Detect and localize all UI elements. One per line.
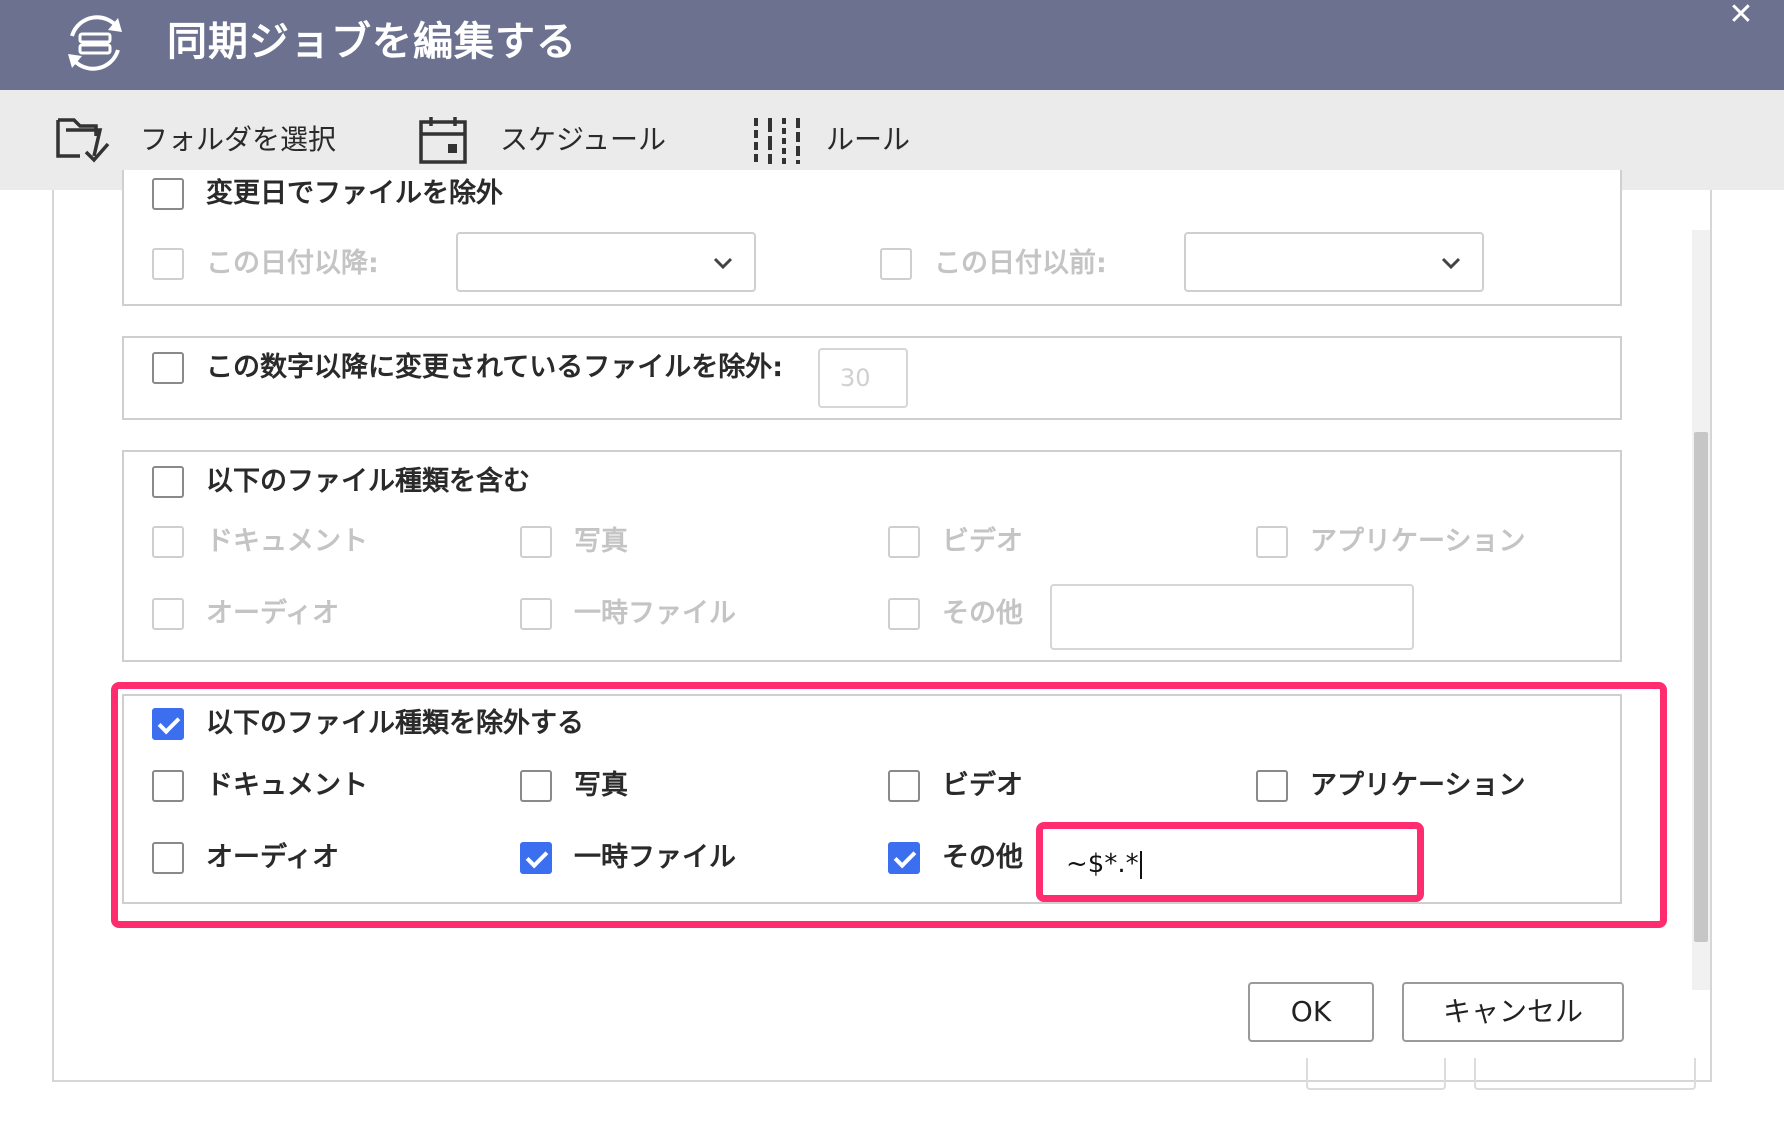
exclude-audio-checkbox[interactable] xyxy=(152,842,184,874)
date-after-label: この日付以降: xyxy=(206,248,379,279)
include-photo-label: 写真 xyxy=(574,526,628,557)
close-icon[interactable]: ✕ xyxy=(1726,0,1756,30)
exclude-types-checkbox[interactable] xyxy=(152,708,184,740)
include-audio-label: オーディオ xyxy=(206,598,340,629)
exclude-temp-label: 一時ファイル xyxy=(574,842,736,873)
sync-storage-icon xyxy=(68,15,122,71)
include-document-checkbox[interactable] xyxy=(152,526,184,558)
modified-date-label: 変更日でファイルを除外 xyxy=(206,178,503,209)
exclude-photo-checkbox[interactable] xyxy=(520,770,552,802)
date-before-checkbox[interactable] xyxy=(880,248,912,280)
panel-modified-date: 変更日でファイルを除外 この日付以降: この日付以前: xyxy=(122,170,1622,306)
exclude-other-value: ~$*.* xyxy=(1066,849,1139,879)
date-before-label: この日付以前: xyxy=(934,248,1107,279)
calendar-icon xyxy=(419,117,467,164)
include-other-checkbox[interactable] xyxy=(888,598,920,630)
exclude-application-label: アプリケーション xyxy=(1310,770,1526,801)
folder-check-icon xyxy=(56,118,110,163)
include-other-label: その他 xyxy=(942,598,1023,629)
text-cursor xyxy=(1139,850,1142,879)
exclude-application-checkbox[interactable] xyxy=(1256,770,1288,802)
chevron-down-icon xyxy=(713,257,733,270)
include-video-checkbox[interactable] xyxy=(888,526,920,558)
sliders-icon xyxy=(754,118,800,164)
exclude-temp-checkbox[interactable] xyxy=(520,842,552,874)
panel-modified-days: この数字以降に変更されているファイルを除外: 30 xyxy=(122,336,1622,420)
panel-include-types: 以下のファイル種類を含む ドキュメント 写真 ビデオ アプリケーション オーディ… xyxy=(122,450,1622,662)
date-after-checkbox[interactable] xyxy=(152,248,184,280)
modified-date-checkbox[interactable] xyxy=(152,178,184,210)
exclude-types-label: 以下のファイル種類を除外する xyxy=(206,708,584,739)
modified-days-checkbox[interactable] xyxy=(152,352,184,384)
include-temp-label: 一時ファイル xyxy=(574,598,736,629)
include-temp-checkbox[interactable] xyxy=(520,598,552,630)
tab-label: スケジュール xyxy=(500,123,667,156)
date-after-select[interactable] xyxy=(456,232,756,292)
include-video-label: ビデオ xyxy=(942,526,1023,557)
exclude-other-input[interactable]: ~$*.* xyxy=(1050,832,1416,898)
include-document-label: ドキュメント xyxy=(206,526,368,557)
panel-exclude-types: 以下のファイル種類を除外する ドキュメント 写真 ビデオ アプリケーション オー… xyxy=(122,694,1622,904)
exclude-document-label: ドキュメント xyxy=(206,770,368,801)
tab-label: ルール xyxy=(826,123,911,156)
chevron-down-icon xyxy=(1441,257,1461,270)
include-photo-checkbox[interactable] xyxy=(520,526,552,558)
scrollbar-thumb[interactable] xyxy=(1694,432,1708,942)
dialog-titlebar: 同期ジョブを編集する ✕ xyxy=(0,0,1784,90)
exclude-other-label: その他 xyxy=(942,842,1023,873)
exclude-video-checkbox[interactable] xyxy=(888,770,920,802)
include-types-label: 以下のファイル種類を含む xyxy=(206,466,530,497)
ok-button[interactable]: OK xyxy=(1248,982,1374,1042)
dialog-title: 同期ジョブを編集する xyxy=(167,19,577,65)
include-application-checkbox[interactable] xyxy=(1256,526,1288,558)
exclude-video-label: ビデオ xyxy=(942,770,1023,801)
modified-days-input[interactable]: 30 xyxy=(818,348,908,408)
modified-days-label: この数字以降に変更されているファイルを除外: xyxy=(206,352,783,383)
background-button-edge xyxy=(1474,1058,1696,1090)
exclude-photo-label: 写真 xyxy=(574,770,628,801)
background-button-edge xyxy=(1306,1058,1446,1090)
include-other-input[interactable] xyxy=(1050,584,1414,650)
include-application-label: アプリケーション xyxy=(1310,526,1526,557)
include-audio-checkbox[interactable] xyxy=(152,598,184,630)
cancel-button[interactable]: キャンセル xyxy=(1402,982,1624,1042)
include-types-checkbox[interactable] xyxy=(152,466,184,498)
date-before-select[interactable] xyxy=(1184,232,1484,292)
exclude-other-checkbox[interactable] xyxy=(888,842,920,874)
tab-label: フォルダを選択 xyxy=(140,123,337,156)
exclude-document-checkbox[interactable] xyxy=(152,770,184,802)
exclude-audio-label: オーディオ xyxy=(206,842,340,873)
